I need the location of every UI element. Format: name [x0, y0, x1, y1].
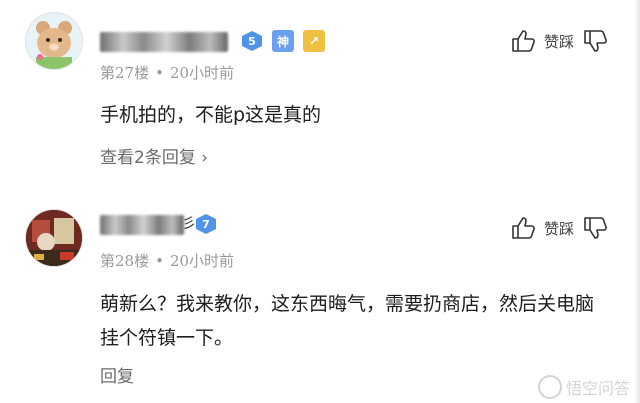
thumbs-down-icon[interactable]: [582, 28, 608, 54]
timestamp: 20小时前: [169, 252, 235, 270]
floor-number: 第27楼: [100, 64, 150, 82]
thumbs-up-icon[interactable]: [510, 215, 536, 241]
vote-actions: 赞踩: [510, 28, 608, 54]
floor-number: 第28楼: [100, 252, 150, 270]
comment-item: 彡 7 赞踩 第28楼 • 20小时前 萌新么？我来教你，这东西晦气，需要扔商店，然…: [0, 195, 640, 403]
timestamp: 20小时前: [169, 64, 235, 82]
photo-avatar-icon: [26, 210, 82, 266]
chevron-right-icon: ›: [201, 148, 209, 168]
level-badge: 5: [242, 31, 262, 51]
separator: •: [155, 64, 164, 82]
vote-actions: 赞踩: [510, 215, 608, 241]
username-blurred[interactable]: [100, 215, 184, 235]
username-tail: 彡: [182, 216, 196, 232]
thumbs-up-icon[interactable]: [510, 28, 536, 54]
bear-avatar-icon: [26, 13, 82, 69]
reply-label: 回复: [100, 367, 134, 387]
watermark: 悟空问答: [537, 375, 630, 399]
comment-text: 萌新么？我来教你，这东西晦气，需要扔商店，然后关电脑挂个符镇一下。: [100, 293, 595, 349]
separator: •: [155, 252, 164, 270]
reply-button[interactable]: 回复: [100, 362, 134, 387]
avatar[interactable]: [25, 209, 83, 267]
comment-meta: 第27楼 • 20小时前: [100, 62, 234, 83]
shen-badge: 神: [272, 30, 294, 52]
comment-item: 5 神 ↗ 赞踩 第27楼 • 20小时前 手机拍的，不能p这是真的 查看2条回复 …: [0, 0, 640, 195]
thumbs-down-icon[interactable]: [582, 215, 608, 241]
view-replies-label: 查看2条回复: [100, 148, 196, 168]
avatar[interactable]: [25, 12, 83, 70]
wukong-logo-icon: [537, 375, 562, 399]
comment-text: 手机拍的，不能p这是真的: [100, 104, 322, 126]
watermark-text: 悟空问答: [565, 379, 630, 398]
vote-label: 赞踩: [543, 32, 574, 51]
comment-meta: 第28楼 • 20小时前: [100, 250, 234, 271]
level-badge: 7: [196, 214, 216, 234]
arrow-badge: ↗: [303, 30, 325, 52]
view-replies-link[interactable]: 查看2条回复 ›: [100, 143, 208, 168]
vote-label: 赞踩: [543, 219, 574, 238]
screen-edge: [634, 0, 640, 403]
username-blurred[interactable]: [100, 32, 228, 52]
